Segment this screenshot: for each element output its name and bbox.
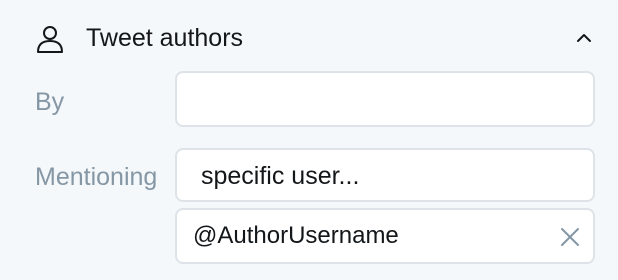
- chevron-up-icon[interactable]: [572, 28, 596, 48]
- mentioning-selected-value: specific user...: [201, 162, 360, 190]
- close-icon[interactable]: [560, 227, 580, 247]
- mention-username-field[interactable]: [175, 208, 595, 264]
- user-icon: [37, 26, 63, 53]
- section-title: Tweet authors: [86, 24, 244, 52]
- by-label: By: [35, 88, 65, 116]
- mentioning-select[interactable]: specific user...: [175, 148, 595, 202]
- mention-username-input[interactable]: [177, 210, 537, 262]
- tweet-authors-section-header[interactable]: Tweet authors: [0, 0, 618, 76]
- by-input[interactable]: [175, 71, 595, 127]
- mentioning-label: Mentioning: [35, 163, 158, 191]
